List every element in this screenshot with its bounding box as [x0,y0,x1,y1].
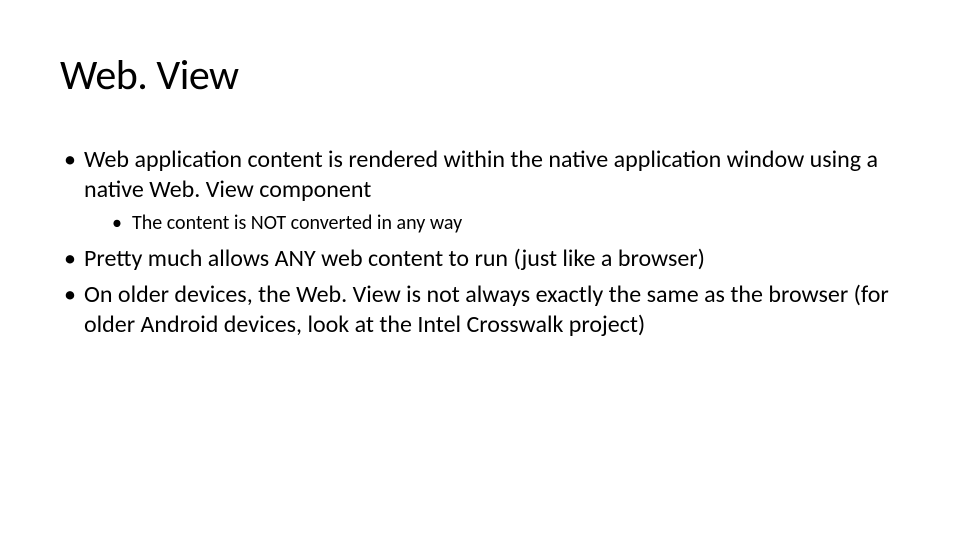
bullet-text: On older devices, the Web. View is not a… [84,280,889,339]
sub-bullet-item: The content is NOT converted in any way [84,211,900,236]
sub-bullet-list: The content is NOT converted in any way [84,211,900,236]
bullet-item: Web application content is rendered with… [60,145,900,236]
bullet-item: On older devices, the Web. View is not a… [60,280,900,340]
slide-title: Web. View [60,50,900,101]
bullet-list: Web application content is rendered with… [60,145,900,340]
bullet-item: Pretty much allows ANY web content to ru… [60,244,900,274]
bullet-text: Pretty much allows ANY web content to ru… [84,244,705,273]
sub-bullet-text: The content is NOT converted in any way [132,211,462,235]
bullet-text: Web application content is rendered with… [84,145,878,204]
